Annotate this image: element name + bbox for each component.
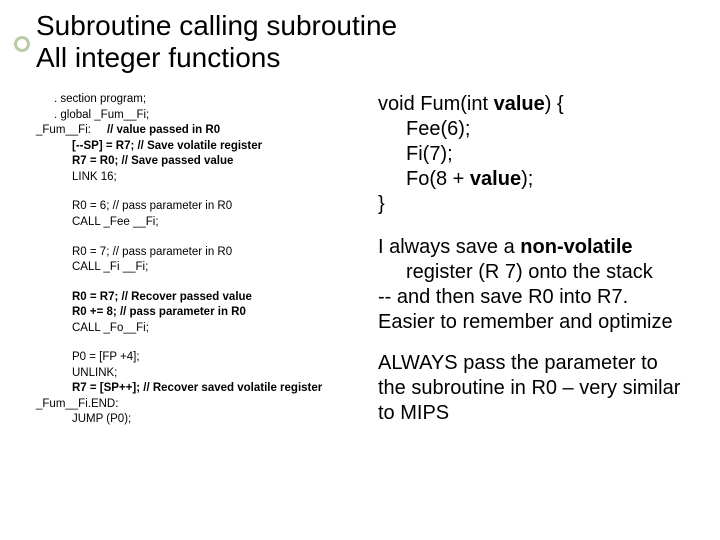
asm-line: R0 = 7; // pass parameter in R0 xyxy=(36,245,366,261)
asm-line: . global _Fum__Fi; xyxy=(36,108,366,124)
asm-line: CALL _Fi __Fi; xyxy=(36,260,366,276)
c-text: void Fum(int xyxy=(378,93,494,115)
asm-line: R0 = R7; // Recover passed value xyxy=(36,290,366,306)
c-text: ) { xyxy=(545,93,564,115)
asm-line: UNLINK; xyxy=(36,366,366,382)
c-param: value xyxy=(470,168,521,190)
asm-bold-line: R7 = [SP++]; // Recover saved volatile r… xyxy=(72,382,322,394)
asm-bold-line: R0 = R7; // Recover passed value xyxy=(72,291,252,303)
c-line: } xyxy=(378,192,690,217)
asm-block-call3: R0 = R7; // Recover passed value R0 += 8… xyxy=(36,290,366,337)
asm-line: CALL _Fee __Fi; xyxy=(36,215,366,231)
prose-line: register (R 7) onto the stack xyxy=(378,260,690,285)
c-code-block: void Fum(int value) { Fee(6); Fi(7); Fo(… xyxy=(378,92,690,217)
slide-title: Subroutine calling subroutine All intege… xyxy=(36,10,690,74)
title-line-1: Subroutine calling subroutine xyxy=(36,10,397,41)
asm-block-call2: R0 = 7; // pass parameter in R0 CALL _Fi… xyxy=(36,245,366,276)
asm-line: R0 = 6; // pass parameter in R0 xyxy=(36,199,366,215)
prose-text: I always save a xyxy=(378,236,520,258)
note-save-register: I always save a non-volatile register (R… xyxy=(378,235,690,335)
asm-line: LINK 16; xyxy=(36,170,366,186)
asm-block-header: . section program; . global _Fum__Fi; _F… xyxy=(36,92,366,185)
note-pass-parameter: ALWAYS pass the parameter to the subrout… xyxy=(378,351,690,426)
prose-line: ALWAYS pass the parameter to the subrout… xyxy=(378,351,690,426)
c-line: Fee(6); xyxy=(378,117,690,142)
asm-comment: // value passed in R0 xyxy=(107,124,220,136)
asm-bold-line: R7 = R0; // Save passed value xyxy=(72,155,233,167)
prose-bold: non-volatile xyxy=(520,236,632,258)
asm-bold-line: [--SP] = R7; // Save volatile register xyxy=(72,140,262,152)
asm-line: R7 = R0; // Save passed value xyxy=(36,154,366,170)
title-bullet-icon xyxy=(14,36,30,52)
asm-line: P0 = [FP +4]; xyxy=(36,350,366,366)
asm-line: _Fum__Fi: // value passed in R0 xyxy=(36,123,366,139)
prose-line: I always save a non-volatile xyxy=(378,235,690,260)
asm-block-return: P0 = [FP +4]; UNLINK; R7 = [SP++]; // Re… xyxy=(36,350,366,428)
asm-line: JUMP (P0); xyxy=(36,412,366,428)
assembly-code-column: . section program; . global _Fum__Fi; _F… xyxy=(36,92,366,442)
slide: Subroutine calling subroutine All intege… xyxy=(0,0,720,540)
asm-label: _Fum__Fi: xyxy=(36,124,91,136)
prose-line: -- and then save R0 into R7. Easier to r… xyxy=(378,285,690,335)
c-line: void Fum(int value) { xyxy=(378,92,690,117)
c-param: value xyxy=(494,93,545,115)
c-text: Fo(8 + xyxy=(406,168,470,190)
asm-line: [--SP] = R7; // Save volatile register xyxy=(36,139,366,155)
content-columns: . section program; . global _Fum__Fi; _F… xyxy=(36,92,690,442)
asm-line: R7 = [SP++]; // Recover saved volatile r… xyxy=(36,381,366,397)
asm-line: . section program; xyxy=(36,92,366,108)
c-text: ); xyxy=(521,168,533,190)
asm-line: _Fum__Fi.END: xyxy=(36,397,366,413)
explanation-column: void Fum(int value) { Fee(6); Fi(7); Fo(… xyxy=(378,92,690,442)
c-line: Fi(7); xyxy=(378,142,690,167)
asm-line: R0 += 8; // pass parameter in R0 xyxy=(36,305,366,321)
asm-block-call1: R0 = 6; // pass parameter in R0 CALL _Fe… xyxy=(36,199,366,230)
c-line: Fo(8 + value); xyxy=(378,167,690,192)
asm-line: CALL _Fo__Fi; xyxy=(36,321,366,337)
title-line-2: All integer functions xyxy=(36,42,280,73)
asm-bold-line: R0 += 8; // pass parameter in R0 xyxy=(72,306,246,318)
